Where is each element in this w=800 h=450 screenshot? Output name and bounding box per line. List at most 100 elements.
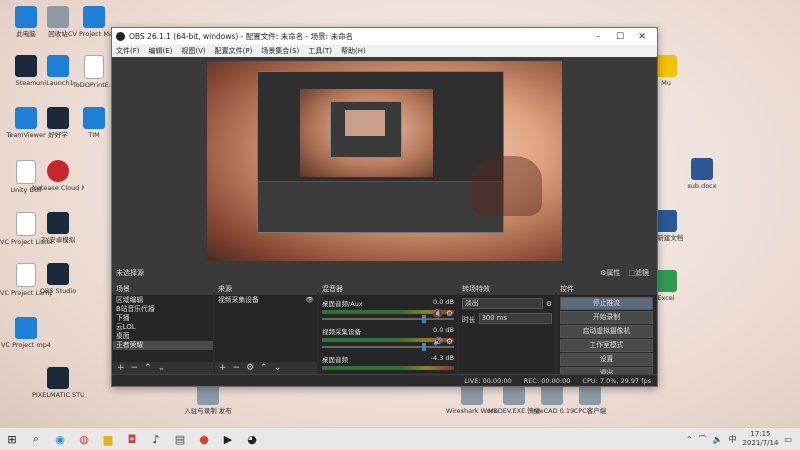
recycle-bin-icon bbox=[47, 6, 69, 28]
scene-item[interactable]: 下播 bbox=[113, 314, 213, 323]
window-title: OBS 26.1.1 (64-bit, windows) - 配置文件: 未命名… bbox=[129, 32, 354, 41]
menu-scene-collection[interactable]: 场景集合(S) bbox=[261, 46, 299, 56]
taskbar: ⊞ ⌕ ◉ ◍ ▆ ◘ ♪ ▤ ● ▶ ◕ ⌃ ⌒ 🔈 中 17:15 2021… bbox=[0, 427, 800, 450]
channel-db: 0.0 dB bbox=[433, 326, 454, 334]
menu-help[interactable]: 帮助(H) bbox=[341, 46, 366, 56]
gear-icon[interactable]: ⚙ bbox=[446, 309, 453, 318]
taskbar-app[interactable]: ♪ bbox=[144, 428, 168, 450]
desktop-icon[interactable]: CPC客户端 bbox=[564, 383, 616, 415]
desktop-icon[interactable]: Netease Cloud Music bbox=[32, 160, 84, 192]
mixer-channel: 桌面音频/Aux 0.0 dB 🔇 ⚙ bbox=[319, 296, 457, 324]
terminal-icon bbox=[47, 263, 69, 285]
scene-item[interactable]: 云LOL bbox=[113, 323, 213, 332]
menu-bar: 文件(F) 编辑(E) 视图(V) 配置文件(P) 场景集合(S) 工具(T) … bbox=[112, 45, 657, 57]
visibility-eye-icon[interactable]: 👁 bbox=[305, 296, 314, 305]
duration-input[interactable]: 300 ms bbox=[478, 313, 552, 324]
add-icon[interactable]: + bbox=[219, 363, 227, 373]
tray-chevron-icon[interactable]: ⌃ bbox=[686, 435, 693, 444]
taskbar-app[interactable]: ◉ bbox=[48, 428, 72, 450]
taskbar-app[interactable]: ● bbox=[192, 428, 216, 450]
taskbar-app[interactable]: ▶ bbox=[216, 428, 240, 450]
edge-icon: ◉ bbox=[55, 432, 65, 446]
maximize-button[interactable]: ☐ bbox=[609, 32, 631, 42]
nested-preview bbox=[300, 89, 433, 177]
clock-time: 17:15 bbox=[750, 430, 771, 438]
volume-slider[interactable] bbox=[322, 315, 454, 323]
gear-icon[interactable]: ⚙ bbox=[446, 337, 453, 346]
app-icon bbox=[47, 367, 69, 389]
start-button[interactable]: ⊞ bbox=[0, 428, 24, 450]
menu-profile[interactable]: 配置文件(P) bbox=[215, 46, 253, 56]
scenes-toolbar: + − ⌃ ⌄ bbox=[113, 362, 213, 374]
start-recording-button[interactable]: 开始录制 bbox=[560, 311, 653, 324]
remove-icon[interactable]: − bbox=[233, 363, 241, 373]
volume-knob[interactable] bbox=[422, 343, 426, 351]
desktop-icon[interactable]: 入驻与录制 发布 bbox=[182, 383, 234, 415]
transition-select[interactable]: 淡出 bbox=[462, 298, 543, 309]
desktop-icon[interactable]: VC Project mp4 bbox=[0, 317, 52, 349]
clock[interactable]: 17:15 2021/7/14 bbox=[743, 430, 779, 448]
excel-icon bbox=[655, 270, 677, 292]
network-icon[interactable]: ⌒ bbox=[699, 434, 707, 445]
app-icon bbox=[655, 55, 677, 77]
move-up-icon[interactable]: ⌃ bbox=[260, 363, 268, 373]
title-bar: OBS 26.1.1 (64-bit, windows) - 配置文件: 未命名… bbox=[112, 28, 657, 45]
scene-item[interactable]: B站音乐代播 bbox=[113, 305, 213, 314]
taskbar-app[interactable]: ◍ bbox=[72, 428, 96, 450]
add-icon[interactable]: + bbox=[117, 363, 125, 373]
move-up-icon[interactable]: ⌃ bbox=[144, 363, 152, 373]
desktop-icon[interactable]: PIXELMATIC STUDIO bbox=[32, 367, 84, 399]
stop-streaming-button[interactable]: 停止推流 bbox=[560, 297, 653, 310]
search-icon: ⌕ bbox=[32, 432, 40, 445]
scene-item[interactable]: 桌面 bbox=[113, 332, 213, 341]
move-down-icon[interactable]: ⌄ bbox=[274, 363, 282, 373]
source-item-label: 视频采集设备 bbox=[218, 296, 259, 304]
volume-slider[interactable] bbox=[322, 343, 454, 351]
scene-item[interactable]: 区域编辑 bbox=[113, 296, 213, 305]
start-virtual-camera-button[interactable]: 启动虚拟摄像机 bbox=[560, 325, 653, 338]
settings-button[interactable]: 设置 bbox=[560, 353, 653, 366]
volume-knob[interactable] bbox=[422, 315, 426, 323]
properties-button[interactable]: ⚙属性 bbox=[600, 268, 620, 278]
menu-file[interactable]: 文件(F) bbox=[116, 46, 140, 56]
search-button[interactable]: ⌕ bbox=[24, 428, 48, 450]
word-icon bbox=[691, 158, 713, 180]
muted-speaker-icon[interactable]: 🔇 bbox=[433, 309, 443, 318]
taskbar-app[interactable]: ▤ bbox=[168, 428, 192, 450]
desktop-icon[interactable]: OBS Studio bbox=[32, 263, 84, 295]
source-item[interactable]: 视频采集设备 👁 bbox=[215, 296, 317, 305]
transitions-body: 淡出 ⚙ 时长 300 ms bbox=[459, 296, 555, 374]
minimize-button[interactable]: – bbox=[587, 32, 609, 42]
gear-icon[interactable]: ⚙ bbox=[546, 300, 552, 308]
menu-edit[interactable]: 编辑(E) bbox=[149, 46, 173, 56]
taskbar-app[interactable]: ◘ bbox=[120, 428, 144, 450]
folder-icon: ▆ bbox=[103, 432, 113, 446]
ime-indicator[interactable]: 中 bbox=[729, 434, 737, 445]
nested-obs-capture-2 bbox=[330, 101, 402, 158]
volume-icon[interactable]: 🔈 bbox=[713, 435, 723, 444]
scene-item-selected[interactable]: 王者荣耀 bbox=[113, 341, 213, 350]
menu-tools[interactable]: 工具(T) bbox=[308, 46, 332, 56]
preview-canvas[interactable] bbox=[207, 61, 562, 261]
menu-view[interactable]: 视图(V) bbox=[181, 46, 205, 56]
close-button[interactable]: ✕ bbox=[631, 32, 653, 42]
filters-button[interactable]: ⬚滤镜 bbox=[628, 268, 649, 278]
speaker-icon[interactable]: 🔊 bbox=[433, 337, 443, 346]
terminal-icon: ▶ bbox=[223, 432, 233, 446]
desktop-icon[interactable]: ZY安卓模拟 bbox=[32, 212, 84, 244]
scenes-list: 区域编辑 B站音乐代播 下播 云LOL 桌面 王者荣耀 bbox=[113, 296, 213, 362]
tiktok-icon: ♪ bbox=[152, 432, 160, 446]
desktop-icon[interactable]: sub.docx bbox=[676, 158, 728, 190]
taskbar-app-obs[interactable]: ◕ bbox=[240, 428, 264, 450]
controls-dock: 控件 停止推流 开始录制 启动虚拟摄像机 工作室模式 设置 退出 bbox=[557, 284, 656, 380]
notification-icon[interactable]: ▭ bbox=[784, 435, 792, 444]
channel-db: -4.3 dB bbox=[430, 354, 454, 362]
remove-icon[interactable]: − bbox=[131, 363, 139, 373]
status-bar: LIVE: 00:00:00 REC: 00:00:00 CPU: 7.0%, … bbox=[112, 374, 657, 386]
taskbar-app[interactable]: ▆ bbox=[96, 428, 120, 450]
tim-icon bbox=[83, 107, 105, 129]
channel-name: 桌面音频/Aux bbox=[322, 300, 363, 308]
gear-icon[interactable]: ⚙ bbox=[246, 363, 254, 373]
move-down-icon[interactable]: ⌄ bbox=[158, 363, 166, 373]
studio-mode-button[interactable]: 工作室模式 bbox=[560, 339, 653, 352]
